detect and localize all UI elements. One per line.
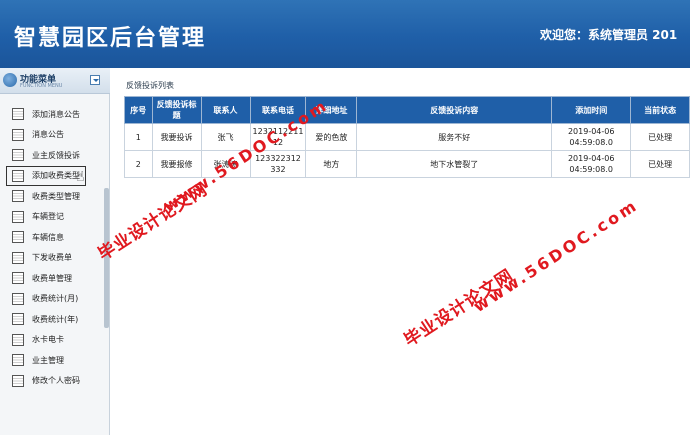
sidebar-item-vehicle-register[interactable]: 车辆登记 bbox=[0, 207, 105, 228]
sidebar-item-label: 添加消息公告 bbox=[32, 109, 80, 119]
col-header: 序号 bbox=[124, 96, 153, 124]
col-header: 反馈投诉内容 bbox=[356, 96, 553, 124]
document-icon bbox=[12, 374, 24, 387]
cell-title: 我要投诉 bbox=[151, 123, 202, 151]
col-header: 联系人 bbox=[200, 96, 251, 124]
document-icon bbox=[12, 149, 24, 162]
document-icon bbox=[12, 128, 24, 141]
cell-status: 已处理 bbox=[630, 123, 690, 151]
cell-phone: 1232112211 12 bbox=[249, 123, 307, 151]
col-header: 添加时间 bbox=[551, 96, 632, 124]
col-header: 联系电话 bbox=[249, 96, 307, 124]
app-title: 智慧园区后台管理 bbox=[14, 25, 207, 51]
sidebar-item-label: 修改个人密码 bbox=[32, 376, 80, 386]
cell-time: 2019-04-06 04:59:08.0 bbox=[551, 150, 632, 178]
document-icon bbox=[12, 251, 24, 264]
cell-address: 爱的色放 bbox=[305, 123, 358, 151]
sidebar-item-water-power-card[interactable]: 水卡电卡 bbox=[0, 330, 105, 351]
table-header-row: 序号 反馈投诉标题 联系人 联系电话 详细地址 反馈投诉内容 添加时间 当前状态 bbox=[124, 96, 690, 124]
feedback-table: 序号 反馈投诉标题 联系人 联系电话 详细地址 反馈投诉内容 添加时间 当前状态… bbox=[124, 96, 690, 178]
table-row: 1 我要投诉 张飞 1232112211 12 爱的色放 服务不好 2019-0… bbox=[124, 123, 690, 151]
document-icon bbox=[12, 210, 24, 223]
section-title: 反馈投诉列表 bbox=[126, 81, 174, 90]
collapse-toggle-icon[interactable] bbox=[90, 75, 100, 85]
document-icon bbox=[12, 333, 24, 346]
document-icon bbox=[12, 190, 24, 203]
sidebar-subtitle: FUNCTION MENU bbox=[20, 83, 63, 89]
sidebar-item-add-notice[interactable]: 添加消息公告 bbox=[0, 104, 105, 125]
document-icon bbox=[12, 292, 24, 305]
col-header: 当前状态 bbox=[630, 96, 690, 124]
sidebar-item-label: 收费类型管理 bbox=[32, 191, 80, 201]
top-header: 智慧园区后台管理 欢迎您：系统管理员 201 bbox=[0, 0, 690, 68]
cell-index: 2 bbox=[124, 150, 153, 178]
sidebar-item-label: 车辆登记 bbox=[32, 212, 64, 222]
cell-address: 地方 bbox=[305, 150, 358, 178]
sidebar-item-label: 添加收费类型 bbox=[32, 171, 80, 181]
document-icon bbox=[12, 108, 24, 121]
sidebar-item-fee-type-manage[interactable]: 收费类型管理 bbox=[0, 186, 105, 207]
sidebar-item-add-fee-type[interactable]: 添加收费类型 bbox=[6, 165, 86, 186]
cell-phone: 123322312 332 bbox=[249, 150, 307, 178]
cell-time: 2019-04-06 04:59:08.0 bbox=[551, 123, 632, 151]
document-icon bbox=[12, 272, 24, 285]
cell-index: 1 bbox=[124, 123, 153, 151]
document-icon bbox=[12, 354, 24, 367]
table-row: 2 我要报修 张涛涛 123322312 332 地方 地下水管裂了 2019-… bbox=[124, 150, 690, 178]
document-icon bbox=[12, 169, 24, 182]
sidebar-item-label: 收费统计(月) bbox=[32, 294, 79, 304]
sidebar-menu: 添加消息公告 消息公告 业主反馈投诉 添加收费类型 收费类型管理 车辆登记 车辆… bbox=[0, 104, 105, 391]
sidebar-item-vehicle-info[interactable]: 车辆信息 bbox=[0, 227, 105, 248]
cell-contact: 张涛涛 bbox=[200, 150, 251, 178]
cell-content: 服务不好 bbox=[356, 123, 553, 151]
cell-status: 已处理 bbox=[630, 150, 690, 178]
sidebar-item-label: 业主管理 bbox=[32, 355, 64, 365]
sidebar-item-label: 下发收费单 bbox=[32, 253, 72, 263]
sidebar-item-label: 业主反馈投诉 bbox=[32, 150, 80, 160]
sidebar: 功能菜单 FUNCTION MENU 添加消息公告 消息公告 业主反馈投诉 添加… bbox=[0, 68, 110, 435]
sidebar-item-stats-year[interactable]: 收费统计(年) bbox=[0, 309, 105, 330]
col-header: 反馈投诉标题 bbox=[151, 96, 202, 124]
sidebar-item-label: 收费统计(年) bbox=[32, 314, 79, 324]
sidebar-item-label: 水卡电卡 bbox=[32, 335, 64, 345]
sidebar-item-stats-month[interactable]: 收费统计(月) bbox=[0, 289, 105, 310]
cell-contact: 张飞 bbox=[200, 123, 251, 151]
sidebar-item-label: 车辆信息 bbox=[32, 232, 64, 242]
sidebar-item-notices[interactable]: 消息公告 bbox=[0, 125, 105, 146]
sidebar-item-label: 收费单管理 bbox=[32, 273, 72, 283]
document-icon bbox=[12, 313, 24, 326]
col-header: 详细地址 bbox=[305, 96, 358, 124]
main-content: 反馈投诉列表 序号 反馈投诉标题 联系人 联系电话 详细地址 反馈投诉内容 添加… bbox=[112, 68, 690, 435]
document-icon bbox=[12, 231, 24, 244]
sidebar-item-label: 消息公告 bbox=[32, 130, 64, 140]
cell-content: 地下水管裂了 bbox=[356, 150, 553, 178]
hand-cursor-icon: ☝ bbox=[76, 169, 85, 185]
welcome-text: 欢迎您：系统管理员 201 bbox=[540, 28, 678, 42]
menu-logo-icon bbox=[3, 73, 17, 87]
sidebar-item-change-password[interactable]: 修改个人密码 bbox=[0, 371, 105, 392]
sidebar-header: 功能菜单 FUNCTION MENU bbox=[0, 68, 110, 94]
sidebar-item-bill-manage[interactable]: 收费单管理 bbox=[0, 268, 105, 289]
sidebar-item-issue-bill[interactable]: 下发收费单 bbox=[0, 248, 105, 269]
sidebar-scrollbar[interactable] bbox=[104, 188, 109, 328]
sidebar-item-owner-manage[interactable]: 业主管理 bbox=[0, 350, 105, 371]
cell-title: 我要报修 bbox=[151, 150, 202, 178]
sidebar-item-feedback[interactable]: 业主反馈投诉 bbox=[0, 145, 105, 166]
